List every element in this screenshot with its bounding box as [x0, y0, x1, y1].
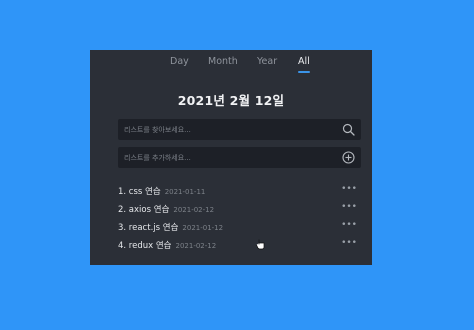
item-date: 2021-01-11	[164, 188, 206, 196]
hand-cursor-icon	[256, 239, 265, 250]
period-tabs: Day Month Year All	[90, 55, 372, 75]
plus-circle-icon[interactable]	[342, 151, 355, 164]
tab-year[interactable]: Year	[257, 55, 277, 69]
list-item[interactable]: 3. react.js 연습 2021-01-12 •••	[118, 217, 361, 235]
more-icon[interactable]: •••	[341, 199, 357, 215]
more-icon[interactable]: •••	[341, 217, 357, 233]
tab-month[interactable]: Month	[208, 55, 238, 69]
list-item[interactable]: 4. redux 연습 2021-02-12 •••	[118, 235, 361, 253]
item-date: 2021-02-12	[175, 242, 217, 250]
list-item[interactable]: 2. axios 연습 2021-02-12 •••	[118, 199, 361, 217]
todo-list: 1. css 연습 2021-01-11 ••• 2. axios 연습 2021-…	[118, 181, 361, 253]
item-label: 2. axios 연습	[118, 205, 170, 215]
search-icon[interactable]	[342, 123, 355, 136]
tab-all[interactable]: All	[298, 55, 310, 73]
search-field	[118, 119, 361, 140]
todo-card: Day Month Year All 2021년 2월 12일 1. css 연…	[90, 50, 372, 265]
item-label: 1. css 연습	[118, 187, 161, 197]
item-label: 3. react.js 연습	[118, 223, 179, 233]
tab-day[interactable]: Day	[170, 55, 189, 69]
item-label: 4. redux 연습	[118, 241, 172, 251]
more-icon[interactable]: •••	[341, 181, 357, 197]
add-item-input[interactable]	[124, 147, 334, 168]
add-field	[118, 147, 361, 168]
item-date: 2021-02-12	[173, 206, 215, 214]
search-input[interactable]	[124, 119, 334, 140]
more-icon[interactable]: •••	[341, 235, 357, 251]
item-date: 2021-01-12	[182, 224, 224, 232]
date-title: 2021년 2월 12일	[177, 93, 285, 108]
list-item[interactable]: 1. css 연습 2021-01-11 •••	[118, 181, 361, 199]
